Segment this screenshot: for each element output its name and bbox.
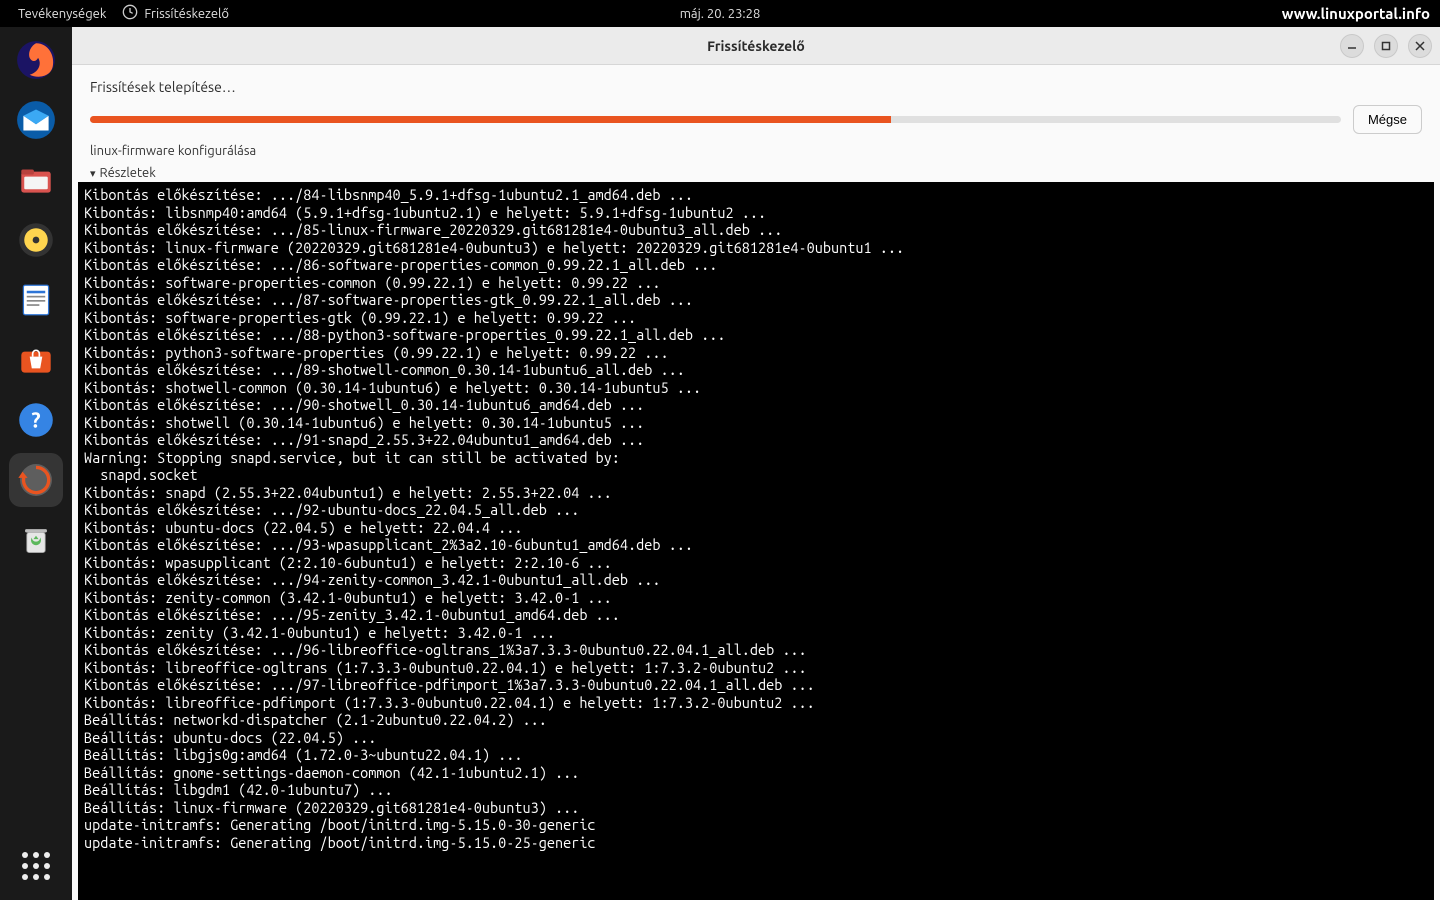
ubuntu-software-icon[interactable] — [9, 333, 63, 387]
clock[interactable]: máj. 20. 23:28 — [680, 7, 761, 21]
terminal-output[interactable]: Kibontás előkészítése: .../84-libsnmp40_… — [78, 182, 1434, 900]
libreoffice-writer-icon[interactable] — [9, 273, 63, 327]
details-label: Részletek — [100, 166, 156, 180]
app-menu[interactable]: Frissítéskezelő — [114, 4, 237, 23]
window-titlebar: Frissítéskezelő — [72, 27, 1440, 65]
help-icon[interactable]: ? — [9, 393, 63, 447]
software-updater-icon[interactable] — [9, 453, 63, 507]
ubuntu-dock: ? — [0, 27, 72, 900]
activities-button[interactable]: Tevékenységek — [10, 7, 114, 21]
show-applications-button[interactable] — [16, 846, 56, 886]
watermark-text: www.linuxportal.info — [1282, 5, 1430, 22]
thunderbird-icon[interactable] — [9, 93, 63, 147]
trash-icon[interactable] — [9, 513, 63, 567]
cancel-button[interactable]: Mégse — [1353, 105, 1422, 134]
svg-text:?: ? — [31, 408, 40, 432]
maximize-button[interactable] — [1374, 34, 1398, 58]
software-updater-icon — [122, 4, 138, 23]
rhythmbox-icon[interactable] — [9, 213, 63, 267]
update-manager-window: Frissítéskezelő Frissítések telepítése… … — [72, 27, 1440, 900]
gnome-top-panel: Tevékenységek Frissítéskezelő máj. 20. 2… — [0, 0, 1440, 27]
progress-fill — [90, 116, 891, 123]
minimize-button[interactable] — [1340, 34, 1364, 58]
firefox-icon[interactable] — [9, 33, 63, 87]
files-icon[interactable] — [9, 153, 63, 207]
chevron-down-icon: ▾ — [90, 167, 96, 180]
status-text: linux-firmware konfigurálása — [90, 144, 1422, 158]
install-heading: Frissítések telepítése… — [90, 79, 1422, 95]
details-expander[interactable]: ▾ Részletek — [90, 166, 1422, 180]
progress-bar — [90, 116, 1341, 123]
close-button[interactable] — [1408, 34, 1432, 58]
window-title: Frissítéskezelő — [707, 38, 805, 54]
app-menu-label: Frissítéskezelő — [144, 7, 229, 21]
